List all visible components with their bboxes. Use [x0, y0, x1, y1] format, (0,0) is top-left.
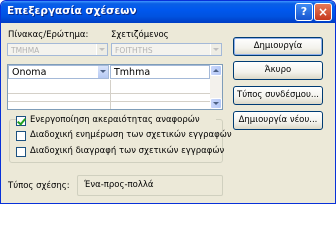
cancel-button[interactable]: Άκυρο — [233, 61, 323, 80]
table-query-label: Πίνακας/Ερώτημα: — [8, 30, 89, 40]
chevron-down-icon[interactable] — [97, 66, 108, 78]
enforce-integrity-checkbox[interactable] — [16, 116, 26, 126]
chevron-down-icon — [210, 44, 221, 55]
cascade-delete-option[interactable]: Διαδοχική διαγραφή των σχετικών εγγραφών — [16, 146, 224, 159]
title-bar[interactable]: Επεξεργασία σχέσεων ? × — [1, 1, 335, 23]
close-button[interactable]: × — [314, 3, 332, 21]
relationship-type-label: Τύπος σχέσης: — [8, 181, 70, 191]
edit-relationships-dialog: Επεξεργασία σχέσεων ? × Πίνακας/Ερώτημα:… — [0, 0, 336, 204]
window-title: Επεξεργασία σχέσεων — [7, 5, 137, 17]
enforce-integrity-label: Ενεργοποίηση ακεραιότητας αναφορών — [30, 115, 200, 125]
scroll-up-icon[interactable] — [210, 65, 222, 76]
chevron-down-icon — [96, 44, 107, 55]
related-table-label: Σχετιζόμενος — [111, 30, 169, 40]
related-table-select-value: FOITHTHS — [115, 46, 153, 55]
table-select-value: TMHMA — [11, 46, 40, 55]
left-field-select[interactable]: Onoma — [8, 65, 109, 79]
create-new-button[interactable]: Δημιουργία νέου... — [233, 111, 323, 130]
relationship-type-value: Ένα-προς-πολλά — [84, 180, 154, 190]
cascade-delete-checkbox[interactable] — [16, 147, 26, 157]
cascade-delete-label: Διαδοχική διαγραφή των σχετικών εγγραφών — [30, 146, 225, 156]
enforce-integrity-option[interactable]: Ενεργοποίηση ακεραιότητας αναφορών — [16, 115, 216, 128]
join-type-button[interactable]: Τύπος συνδέσμου... — [233, 86, 323, 105]
right-field-value: Tmhma — [114, 67, 151, 78]
cascade-update-checkbox[interactable] — [16, 131, 26, 141]
left-field-value: Onoma — [12, 67, 47, 78]
right-field-select[interactable]: Tmhma — [110, 65, 210, 79]
grid-line — [110, 80, 111, 109]
cascade-update-option[interactable]: Διαδοχική ενημέρωση των σχετικών εγγραφώ… — [16, 130, 232, 143]
related-table-select[interactable]: FOITHTHS — [111, 43, 222, 56]
relationship-type-box: Ένα-προς-πολλά — [77, 175, 223, 196]
table-select[interactable]: TMHMA — [7, 43, 108, 56]
grid-scrollbar[interactable] — [210, 65, 222, 109]
scroll-down-icon[interactable] — [210, 98, 222, 109]
create-button[interactable]: Δημιουργία — [233, 37, 323, 56]
help-button[interactable]: ? — [295, 3, 313, 21]
cascade-update-label: Διαδοχική ενημέρωση των σχετικών εγγραφώ… — [30, 130, 232, 140]
